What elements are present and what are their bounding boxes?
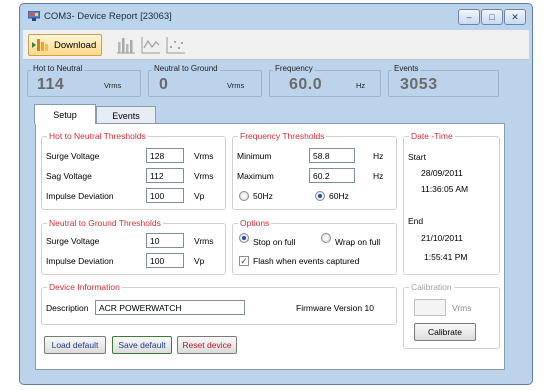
start-label: Start (408, 152, 426, 162)
save-default-button[interactable]: Save default (112, 336, 172, 354)
scatter-chart-icon[interactable] (166, 36, 186, 54)
device-report-window: COM3- Device Report [23063] – □ ✕ Downlo… (19, 3, 533, 385)
start-date: 28/09/2011 (421, 168, 463, 178)
device-info-group: Device Information Description Firmware … (41, 282, 397, 325)
freq-min-unit: Hz (373, 151, 384, 161)
hot-surge-label: Surge Voltage (46, 151, 100, 161)
tab-events[interactable]: Events (96, 106, 156, 124)
end-label: End (408, 216, 424, 226)
datetime-title: Date -Time (409, 131, 455, 141)
reset-device-button[interactable]: Reset device (177, 336, 237, 354)
hot-sag-input[interactable] (146, 168, 184, 183)
hot-to-neutral-label: Hot to Neutral (31, 64, 85, 73)
neutral-to-ground-label: Neutral to Ground (152, 64, 220, 73)
description-input[interactable] (95, 300, 245, 315)
options-title: Options (238, 218, 272, 228)
close-button[interactable]: ✕ (504, 9, 526, 25)
events-label: Events (392, 64, 421, 73)
firmware-version: Firmware Version 10 (296, 303, 374, 313)
neutral-to-ground-value: 0 (159, 76, 169, 93)
toolbar: Download (23, 30, 529, 60)
flash-label: Flash when events captured (253, 256, 360, 266)
hot-to-neutral-value: 114 (37, 76, 65, 93)
options-group: Options Stop on full Wrap on full ✓ Flas… (232, 218, 397, 275)
radio-stop-on-full[interactable] (239, 233, 249, 243)
calibration-unit: Vrms (452, 303, 472, 313)
ng-impulse-unit: Vp (194, 256, 205, 266)
setup-panel: Hot to Neutral Thresholds Surge Voltage … (35, 123, 505, 370)
calibration-title: Calibration (409, 282, 454, 292)
events-stat: Events 3053 (388, 64, 499, 97)
freq-min-input[interactable] (309, 148, 355, 163)
window-controls: – □ ✕ (458, 9, 526, 25)
frequency-label: Frequency (273, 64, 315, 73)
radio-50hz[interactable] (239, 191, 249, 201)
client-area: Download Hot to Neutral 114 Vrms Neutral… (23, 30, 529, 382)
flash-checkbox[interactable]: ✓ (239, 256, 249, 266)
frequency-thresholds-group: Frequency Thresholds Minimum Hz Maximum … (232, 131, 397, 210)
ng-surge-label: Surge Voltage (46, 236, 100, 246)
hot-surge-input[interactable] (146, 148, 184, 163)
events-value: 3053 (400, 76, 438, 93)
hot-neutral-title: Hot to Neutral Thresholds (47, 131, 148, 141)
ng-surge-unit: Vrms (194, 236, 214, 246)
title-bar[interactable]: COM3- Device Report [23063] – □ ✕ (20, 4, 532, 30)
neutral-ground-title: Neutral to Ground Thresholds (47, 218, 163, 228)
hot-to-neutral-unit: Vrms (104, 81, 122, 90)
hot-to-neutral-stat: Hot to Neutral 114 Vrms (27, 64, 141, 97)
bar-chart-icon[interactable] (116, 36, 136, 54)
hot-impulse-input[interactable] (146, 188, 184, 203)
radio-60hz[interactable] (315, 191, 325, 201)
radio-wrap-on-full[interactable] (321, 233, 331, 243)
datetime-group: Date -Time Start 28/09/2011 11:36:05 AM … (403, 131, 500, 275)
download-label: Download (54, 39, 97, 51)
hot-sag-unit: Vrms (194, 171, 214, 181)
calibrate-button[interactable]: Calibrate (414, 323, 476, 341)
frequency-value: 60.0 (289, 76, 323, 93)
stop-on-full-label: Stop on full (253, 237, 296, 247)
end-time: 1:55:41 PM (424, 252, 468, 262)
description-label: Description (46, 303, 89, 313)
ng-surge-input[interactable] (146, 233, 184, 248)
hot-impulse-label: Impulse Deviation (46, 191, 114, 201)
download-button[interactable]: Download (28, 34, 103, 56)
wrap-on-full-label: Wrap on full (335, 237, 381, 247)
freq-min-label: Minimum (237, 151, 272, 161)
freq-max-input[interactable] (309, 168, 355, 183)
frequency-stat: Frequency 60.0 Hz (269, 64, 381, 97)
frequency-thresholds-title: Frequency Thresholds (238, 131, 327, 141)
load-default-button[interactable]: Load default (44, 336, 106, 354)
ng-impulse-label: Impulse Deviation (46, 256, 114, 266)
window-title: COM3- Device Report [23063] (44, 11, 172, 22)
maximize-button[interactable]: □ (481, 9, 503, 25)
neutral-to-ground-stat: Neutral to Ground 0 Vrms (148, 64, 262, 97)
calibration-group: Calibration Vrms Calibrate (403, 282, 500, 349)
freq-max-label: Maximum (237, 171, 274, 181)
minimize-button[interactable]: – (458, 9, 480, 25)
ng-impulse-input[interactable] (146, 253, 184, 268)
end-date: 21/10/2011 (421, 233, 463, 243)
start-time: 11:36:05 AM (421, 184, 469, 194)
neutral-ground-group: Neutral to Ground Thresholds Surge Volta… (41, 218, 226, 275)
line-chart-icon[interactable] (141, 36, 161, 54)
device-info-title: Device Information (47, 282, 122, 292)
live-readings: Hot to Neutral 114 Vrms Neutral to Groun… (23, 62, 529, 98)
hot-impulse-unit: Vp (194, 191, 205, 201)
freq-max-unit: Hz (373, 171, 384, 181)
frequency-unit: Hz (356, 81, 366, 90)
calibration-input[interactable] (414, 299, 446, 316)
radio-50hz-label: 50Hz (253, 191, 273, 201)
download-icon (32, 39, 48, 51)
hot-surge-unit: Vrms (194, 151, 214, 161)
hot-sag-label: Sag Voltage (46, 171, 92, 181)
app-icon (28, 11, 40, 21)
neutral-to-ground-unit: Vrms (227, 81, 245, 90)
tab-setup[interactable]: Setup (34, 104, 96, 124)
hot-neutral-group: Hot to Neutral Thresholds Surge Voltage … (41, 131, 226, 210)
radio-60hz-label: 60Hz (329, 191, 349, 201)
